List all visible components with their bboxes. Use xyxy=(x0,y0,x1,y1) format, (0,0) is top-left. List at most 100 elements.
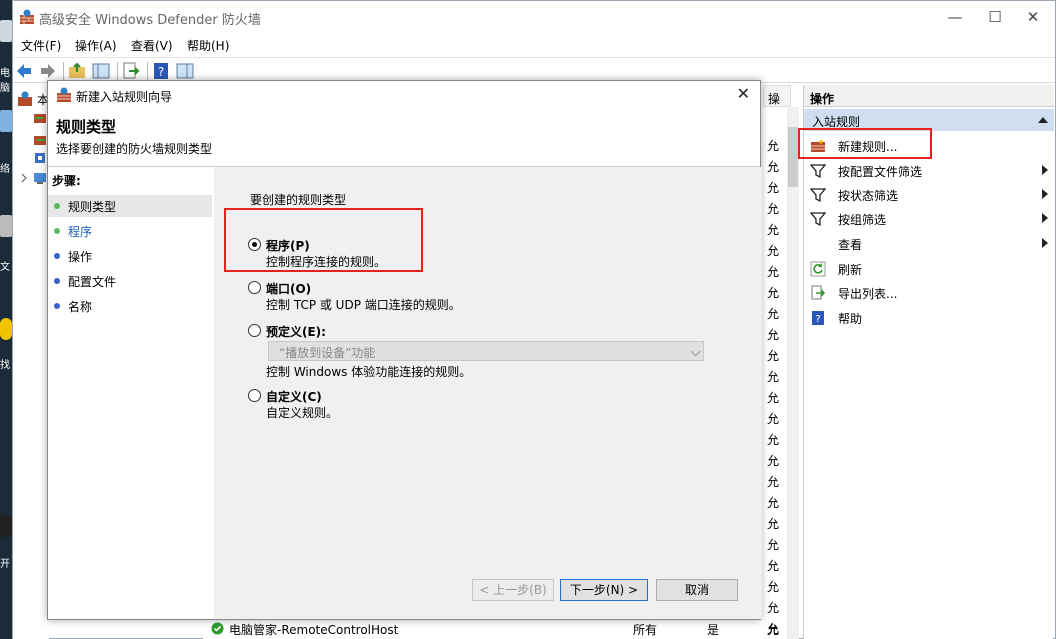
rule-action-cell: 允 xyxy=(767,160,780,174)
network-desktop-icon[interactable] xyxy=(0,110,12,132)
cancel-button[interactable]: 取消 xyxy=(656,579,738,601)
actions-pane: 操作 入站规则 新建规则... 按配置文件筛选 按状态筛选 按组筛选 查看 刷新… xyxy=(803,85,1054,639)
filter-icon xyxy=(810,188,826,203)
submenu-arrow-icon xyxy=(1042,238,1048,248)
step-rule-type[interactable]: 规则类型 xyxy=(48,195,212,217)
rule-action-cell: 允 xyxy=(767,286,780,300)
forward-arrow-icon[interactable] xyxy=(37,61,57,81)
toolbar-separator xyxy=(147,62,148,80)
wizard-titlebar[interactable]: 新建入站规则向导 ✕ xyxy=(48,81,760,109)
chevron-down-icon xyxy=(690,346,701,357)
action-view[interactable]: 查看 xyxy=(808,233,1052,255)
radio-predefined[interactable] xyxy=(248,324,261,337)
rule-action: 允 xyxy=(767,623,780,637)
submenu-arrow-icon xyxy=(1042,189,1048,199)
wizard-page-subtitle: 选择要创建的防火墙规则类型 xyxy=(56,142,213,156)
show-hide-tree-icon[interactable] xyxy=(91,61,111,81)
menu-action[interactable]: 操作(A) xyxy=(75,37,117,54)
radio-port[interactable] xyxy=(248,281,261,294)
step-action[interactable]: 操作 xyxy=(48,245,212,267)
rule-action-cell: 允 xyxy=(767,265,780,279)
option-port-desc: 控制 TCP 或 UDP 端口连接的规则。 xyxy=(266,298,461,312)
firewall-app-icon xyxy=(57,87,71,102)
desktop-label: 开 xyxy=(0,559,10,570)
menu-file[interactable]: 文件(F) xyxy=(21,37,61,54)
rule-profile: 所有 xyxy=(633,623,658,637)
collapse-up-icon[interactable] xyxy=(1038,116,1048,124)
list-scrollbar[interactable] xyxy=(787,107,799,639)
action-filter-by-state[interactable]: 按状态筛选 xyxy=(808,184,1052,206)
step-bullet-icon xyxy=(54,303,60,309)
rule-action-cell: 允 xyxy=(767,181,780,195)
predefined-select[interactable]: “播放到设备”功能 xyxy=(268,341,704,361)
action-filter-by-group[interactable]: 按组筛选 xyxy=(808,208,1052,230)
wizard-steps-pane: 步骤: 规则类型 程序 操作 配置文件 名称 xyxy=(48,167,214,619)
back-button[interactable]: < 上一步(B) xyxy=(472,579,554,601)
new-inbound-rule-wizard: 新建入站规则向导 ✕ 规则类型 选择要创建的防火墙规则类型 步骤: 规则类型 程… xyxy=(47,80,762,620)
folder-desktop-icon[interactable] xyxy=(0,215,12,237)
help-icon[interactable]: ? xyxy=(151,61,171,81)
step-program[interactable]: 程序 xyxy=(48,220,212,242)
action-export-list[interactable]: 导出列表... xyxy=(808,282,1052,304)
desktop-label: 文 xyxy=(0,262,10,273)
tree-pane: 本 xyxy=(13,85,49,639)
rule-action-cell: 允 xyxy=(767,328,780,342)
rule-action-cell: 允 xyxy=(767,475,780,489)
refresh-icon xyxy=(810,261,826,277)
submenu-arrow-icon xyxy=(1042,165,1048,175)
action-filter-by-profile[interactable]: 按配置文件筛选 xyxy=(808,160,1052,182)
actions-section-label: 入站规则 xyxy=(812,115,861,129)
rule-action-cell: 允 xyxy=(767,517,780,531)
search-desktop-icon[interactable] xyxy=(0,318,12,340)
rule-enabled: 是 xyxy=(707,623,720,637)
rule-action-cell: 允 xyxy=(767,454,780,468)
filter-icon xyxy=(810,212,826,227)
minimize-button[interactable]: — xyxy=(935,5,975,29)
rule-name: 电脑管家-RemoteControlHost xyxy=(229,623,399,637)
back-arrow-icon[interactable] xyxy=(15,61,35,81)
rule-action-cell: 允 xyxy=(767,223,780,237)
column-header-action[interactable]: 操 xyxy=(763,85,791,107)
wizard-page-title: 规则类型 xyxy=(56,118,117,136)
rule-action-cell: 允 xyxy=(767,433,780,447)
step-name[interactable]: 名称 xyxy=(48,295,212,317)
security-rules-icon[interactable] xyxy=(33,151,47,165)
filter-icon xyxy=(810,164,826,179)
action-help[interactable]: ? 帮助 xyxy=(808,307,1052,329)
close-button[interactable]: ✕ xyxy=(1013,5,1053,29)
menu-help[interactable]: 帮助(H) xyxy=(187,37,229,54)
option-predefined-label: 预定义(E): xyxy=(266,325,326,339)
rule-action-cell: 允 xyxy=(767,391,780,405)
radio-custom[interactable] xyxy=(248,389,261,402)
desktop-icon[interactable] xyxy=(0,20,12,42)
export-icon[interactable] xyxy=(121,61,141,81)
table-row[interactable]: 电脑管家-RemoteControlHost 所有 是 允 xyxy=(209,619,789,639)
up-folder-icon[interactable] xyxy=(67,61,87,81)
menu-view[interactable]: 查看(V) xyxy=(131,37,173,54)
maximize-button[interactable]: ☐ xyxy=(975,5,1015,29)
toolbar-separator xyxy=(63,62,64,80)
outbound-rules-icon[interactable] xyxy=(33,133,47,147)
inbound-rules-icon[interactable] xyxy=(33,111,47,125)
desktop-strip: 电脑 络 文 找 开 xyxy=(0,0,12,639)
rule-action-cell: 允 xyxy=(767,496,780,510)
window-title: 高级安全 Windows Defender 防火墙 xyxy=(39,13,261,28)
menu-bar: 文件(F) 操作(A) 查看(V) 帮助(H) xyxy=(13,34,1055,56)
app-desktop-icon[interactable] xyxy=(0,515,12,537)
rule-action-cell: 允 xyxy=(767,244,780,258)
window-titlebar[interactable]: 高级安全 Windows Defender 防火墙 — ☐ ✕ xyxy=(13,1,1055,33)
monitoring-icon[interactable] xyxy=(33,171,47,185)
step-profile[interactable]: 配置文件 xyxy=(48,270,212,292)
svg-text:?: ? xyxy=(815,314,820,325)
wizard-title: 新建入站规则向导 xyxy=(76,90,173,104)
rule-action-cell: 允 xyxy=(767,580,780,594)
next-button[interactable]: 下一步(N) > xyxy=(560,579,648,601)
wizard-close-button[interactable]: ✕ xyxy=(737,84,750,103)
expand-chevron-icon[interactable] xyxy=(19,173,29,183)
action-pane-toggle-icon[interactable] xyxy=(175,61,195,81)
highlight-box-program-option xyxy=(224,208,423,272)
action-refresh[interactable]: 刷新 xyxy=(808,258,1052,280)
scrollbar-thumb[interactable] xyxy=(788,127,798,187)
svg-text:?: ? xyxy=(158,65,164,79)
steps-title: 步骤: xyxy=(52,174,81,188)
